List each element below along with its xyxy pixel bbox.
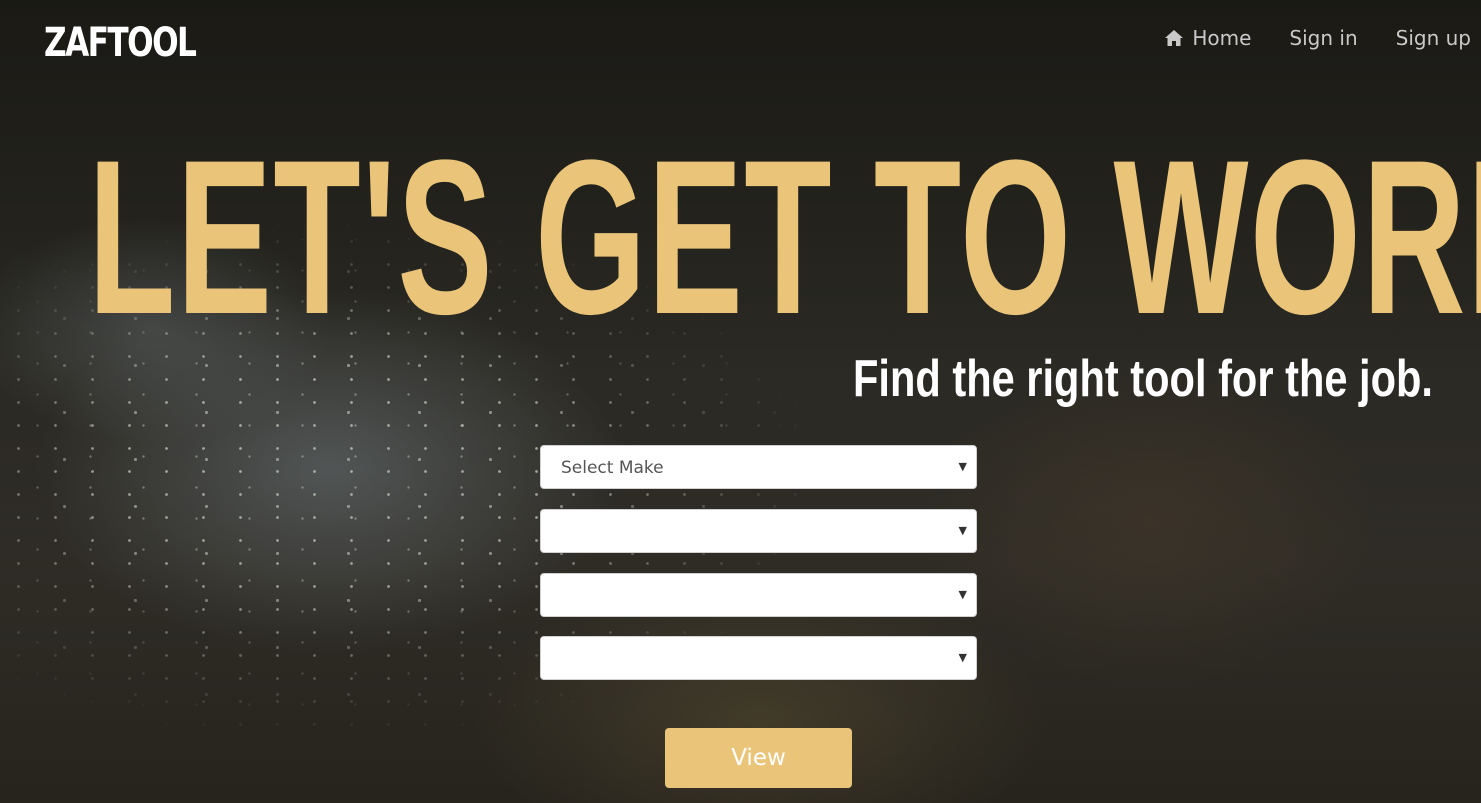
nav-sign-up-label: Sign up xyxy=(1395,26,1471,50)
caret-down-icon: ▼ xyxy=(958,651,967,664)
make-select[interactable]: Select Make ▼ xyxy=(540,445,977,489)
nav-sign-in-label: Sign in xyxy=(1289,26,1358,50)
hero-subheadline: Find the right tool for the job. xyxy=(853,350,1433,408)
view-button[interactable]: View xyxy=(665,728,852,788)
nav-sign-up-link[interactable]: Sign up xyxy=(1396,24,1471,52)
nav-sign-in-link[interactable]: Sign in xyxy=(1289,24,1357,52)
tool-search-form: Select Make ▼ ▼ ▼ ▼ xyxy=(540,445,977,700)
type-select[interactable]: ▼ xyxy=(540,573,977,617)
caret-down-icon: ▼ xyxy=(958,460,967,473)
brand-logo[interactable]: ZAFTOOL xyxy=(44,20,197,66)
caret-down-icon: ▼ xyxy=(958,524,967,537)
nav-home-link[interactable]: Home xyxy=(1164,24,1251,52)
hero-section: ZAFTOOL Home Sign in Sign up LET'S GET T… xyxy=(0,0,1481,803)
caret-down-icon: ▼ xyxy=(958,588,967,601)
model-select[interactable]: ▼ xyxy=(540,509,977,553)
hero-headline: LET'S GET TO WORK. xyxy=(88,114,1481,360)
make-select-value: Select Make xyxy=(561,458,664,478)
home-icon xyxy=(1165,30,1184,46)
top-nav: Home Sign in Sign up xyxy=(1164,24,1471,52)
nav-home-label: Home xyxy=(1192,26,1252,50)
size-select[interactable]: ▼ xyxy=(540,636,977,680)
